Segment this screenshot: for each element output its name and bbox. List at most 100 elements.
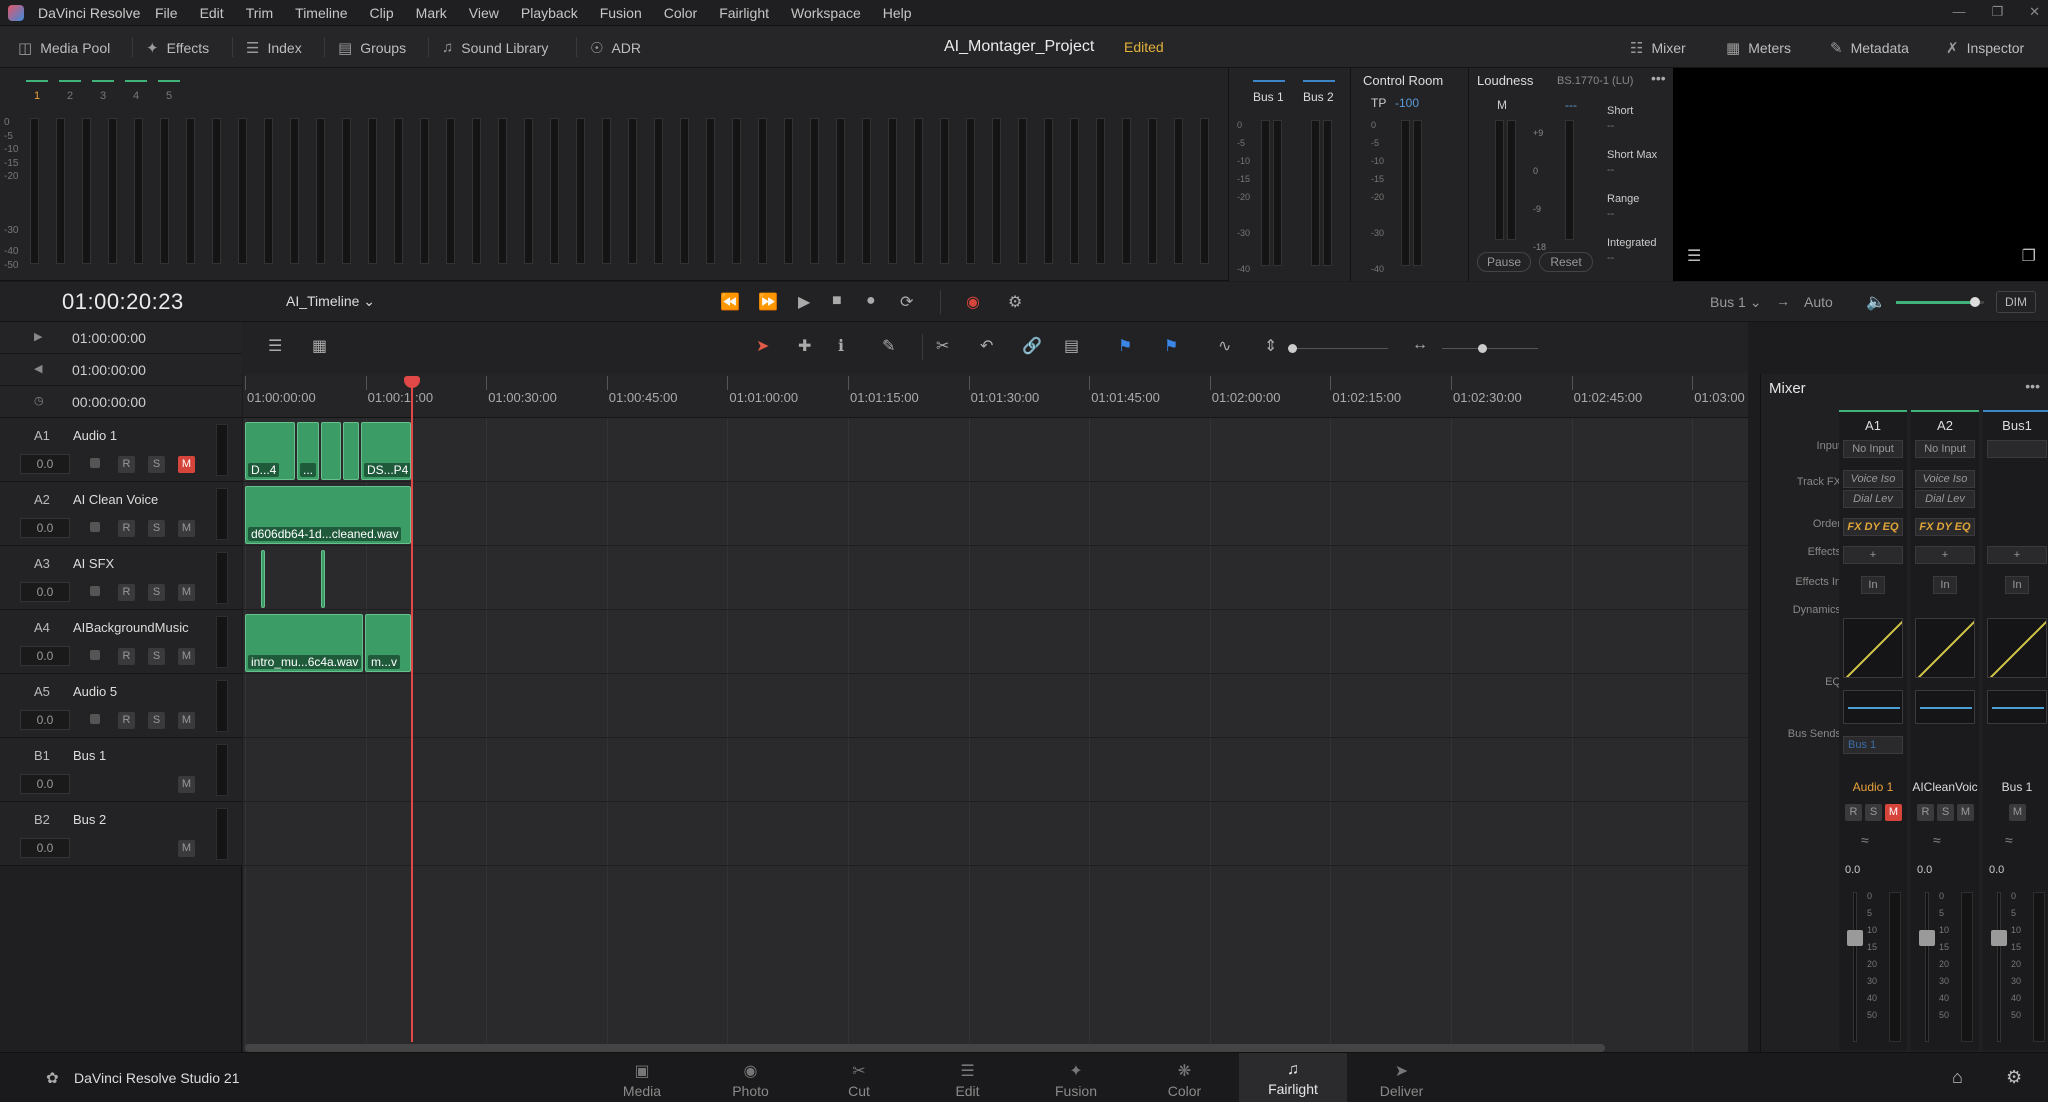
solo-button[interactable]: S: [1937, 804, 1954, 821]
auto-track-icon[interactable]: ▤: [1064, 336, 1079, 356]
menu-help[interactable]: Help: [883, 5, 912, 21]
a4-clip-2[interactable]: m...v: [365, 614, 411, 672]
speaker-icon[interactable]: 🔈: [1866, 292, 1886, 312]
lock-icon[interactable]: [90, 650, 100, 660]
track-name[interactable]: Audio 1: [73, 428, 117, 443]
menu-fusion[interactable]: Fusion: [600, 5, 642, 21]
track-name[interactable]: Audio 5: [73, 684, 117, 699]
loudness-reset-button[interactable]: Reset: [1539, 252, 1593, 272]
dynamics-graph[interactable]: [1987, 618, 2047, 678]
track-header-a2[interactable]: A2 AI Clean Voice 0.0 R S M: [0, 482, 242, 546]
track-name[interactable]: AI Clean Voice: [73, 492, 158, 507]
a1-clip-3[interactable]: [321, 422, 341, 480]
horizontal-zoom-icon[interactable]: ↔: [1412, 336, 1428, 354]
track-lane-a4[interactable]: [243, 610, 1748, 674]
track-name[interactable]: Bus 2: [73, 812, 106, 827]
link-icon[interactable]: 🔗: [1022, 336, 1042, 356]
page-fusion[interactable]: ✦ Fusion: [1022, 1053, 1130, 1102]
meter-tab-1[interactable]: 1: [26, 80, 48, 102]
track-name[interactable]: AIBackgroundMusic: [73, 620, 189, 635]
fader-track[interactable]: [1853, 892, 1857, 1042]
adr-button[interactable]: ☉ ADR: [590, 39, 641, 57]
stop-icon[interactable]: ■: [832, 292, 842, 310]
page-color[interactable]: ❋ Color: [1131, 1053, 1239, 1102]
eq-graph[interactable]: [1987, 690, 2047, 724]
minimize-icon[interactable]: —: [1952, 4, 1965, 20]
mixer-toggle-button[interactable]: ☷ Mixer: [1630, 39, 1686, 57]
a3-clip-1[interactable]: [261, 550, 265, 608]
menu-playback[interactable]: Playback: [521, 5, 578, 21]
loudness-pause-button[interactable]: Pause: [1477, 252, 1531, 272]
a1-clip-5[interactable]: DS...P4: [361, 422, 411, 480]
loudness-more-icon[interactable]: •••: [1651, 70, 1666, 86]
menu-mark[interactable]: Mark: [416, 5, 447, 21]
marker-icon[interactable]: ⚑: [1118, 336, 1132, 356]
track-header-a1[interactable]: A1 Audio 1 0.0 R S M: [0, 418, 242, 482]
play-icon[interactable]: ▶: [798, 292, 810, 312]
channel-gain[interactable]: 0.0: [1845, 864, 1860, 876]
mute-button[interactable]: M: [178, 712, 195, 729]
page-media[interactable]: ▣ Media: [588, 1053, 696, 1102]
fader-track[interactable]: [1925, 892, 1929, 1042]
meters-toggle-button[interactable]: ▦ Meters: [1726, 39, 1791, 57]
mute-button[interactable]: M: [178, 776, 195, 793]
timeline-tracks[interactable]: D...4 ... DS...P4 d606db64-1d...cleaned.…: [243, 418, 1748, 1052]
menu-workspace[interactable]: Workspace: [791, 5, 861, 21]
edit-tool-icon[interactable]: ℹ: [838, 336, 844, 356]
pan-icon[interactable]: ≈: [1861, 832, 1869, 848]
track-header-a3[interactable]: A3 AI SFX 0.0 R S M: [0, 546, 242, 610]
add-effect-button[interactable]: +: [1843, 546, 1903, 564]
effects-in-button[interactable]: In: [2005, 576, 2029, 594]
page-photo[interactable]: ◉ Photo: [697, 1053, 805, 1102]
track-lane-a5[interactable]: [243, 674, 1748, 738]
timeline-ruler[interactable]: 01:00:00:00 01:00:1 01:00:30:00 01:00:45:00…: [243, 374, 1748, 418]
vertical-zoom-slider[interactable]: [1288, 344, 1388, 353]
waveform-icon[interactable]: ∿: [1218, 336, 1231, 356]
track-lane-a3[interactable]: [243, 546, 1748, 610]
home-icon[interactable]: ⌂: [1952, 1067, 1963, 1088]
track-lane-b2[interactable]: [243, 802, 1748, 866]
page-cut[interactable]: ✂ Cut: [805, 1053, 913, 1102]
solo-button[interactable]: S: [148, 456, 165, 473]
record-arm-button[interactable]: R: [118, 520, 135, 537]
viewer-pip-icon[interactable]: ❐: [2022, 246, 2036, 266]
grid-icon[interactable]: ▦: [312, 336, 327, 356]
vertical-zoom-icon[interactable]: ⇕: [1264, 336, 1277, 356]
flag-icon[interactable]: ⚑: [1164, 336, 1178, 356]
a1-clip-2[interactable]: ...: [297, 422, 319, 480]
track-lane-a2[interactable]: [243, 482, 1748, 546]
add-effect-button[interactable]: +: [1987, 546, 2047, 564]
range-tool-icon[interactable]: ✚: [798, 336, 811, 356]
razor-icon[interactable]: ✂: [936, 336, 949, 356]
menu-trim[interactable]: Trim: [246, 5, 273, 21]
page-fairlight[interactable]: ♫ Fairlight: [1239, 1053, 1347, 1102]
page-edit[interactable]: ☰ Edit: [914, 1053, 1022, 1102]
horizontal-zoom-slider[interactable]: [1442, 344, 1538, 353]
fader-knob[interactable]: [1919, 930, 1935, 946]
track-fx-slot[interactable]: Voice Iso: [1843, 470, 1903, 488]
record-arm-button[interactable]: R: [1845, 804, 1862, 821]
lock-icon[interactable]: [90, 714, 100, 724]
metadata-toggle-button[interactable]: ✎ Metadata: [1830, 39, 1909, 57]
effects-in-button[interactable]: In: [1861, 576, 1885, 594]
mixer-more-icon[interactable]: •••: [2025, 378, 2040, 394]
record-arm-button[interactable]: R: [118, 712, 135, 729]
mute-button[interactable]: M: [178, 520, 195, 537]
pointer-tool-icon[interactable]: ➤: [756, 336, 769, 356]
track-name[interactable]: AI SFX: [73, 556, 114, 571]
channel-gain[interactable]: 0.0: [1917, 864, 1932, 876]
timeline-selector[interactable]: AI_Timeline ⌄: [286, 293, 375, 310]
track-name[interactable]: Bus 1: [73, 748, 106, 763]
lock-icon[interactable]: [90, 586, 100, 596]
track-lane-b1[interactable]: [243, 738, 1748, 802]
mute-button[interactable]: M: [178, 584, 195, 601]
effects-in-button[interactable]: In: [1933, 576, 1957, 594]
effects-button[interactable]: ✦ Effects: [146, 39, 209, 57]
input-select[interactable]: No Input: [1843, 440, 1903, 458]
timeline-view-options-icon[interactable]: ☰: [268, 336, 282, 356]
meter-tab-2[interactable]: 2: [59, 80, 81, 102]
fader-track[interactable]: [1997, 892, 2001, 1042]
menu-color[interactable]: Color: [664, 5, 697, 21]
fader-knob[interactable]: [1991, 930, 2007, 946]
record-arm-button[interactable]: R: [118, 648, 135, 665]
